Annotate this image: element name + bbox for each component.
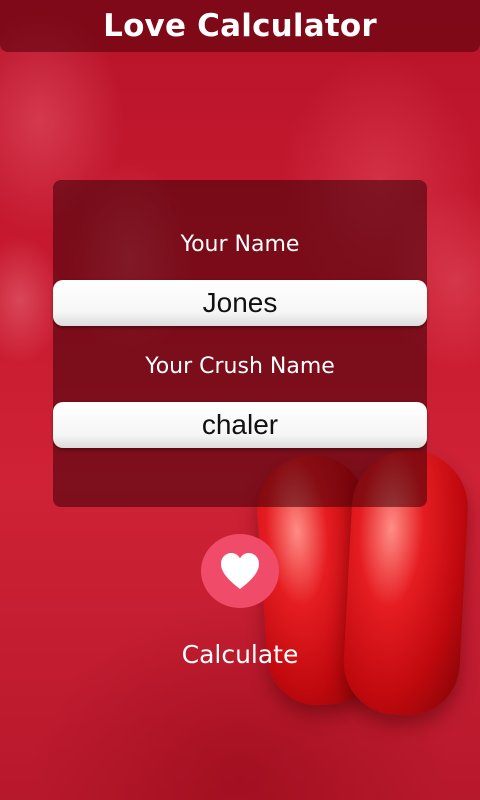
your-name-label: Your Name [180, 232, 300, 257]
your-name-input[interactable] [53, 280, 427, 326]
app-title: Love Calculator [103, 8, 377, 44]
form-panel: Your Name Your Crush Name [53, 180, 427, 507]
title-bar: Love Calculator [0, 0, 480, 52]
crush-name-label: Your Crush Name [145, 354, 335, 379]
love-calculator-screen: Love Calculator Your Name Your Crush Nam… [0, 0, 480, 800]
calculate-button[interactable] [201, 534, 279, 608]
calculate-label[interactable]: Calculate [0, 640, 480, 669]
crush-name-input[interactable] [53, 402, 427, 448]
heart-icon [221, 553, 259, 589]
